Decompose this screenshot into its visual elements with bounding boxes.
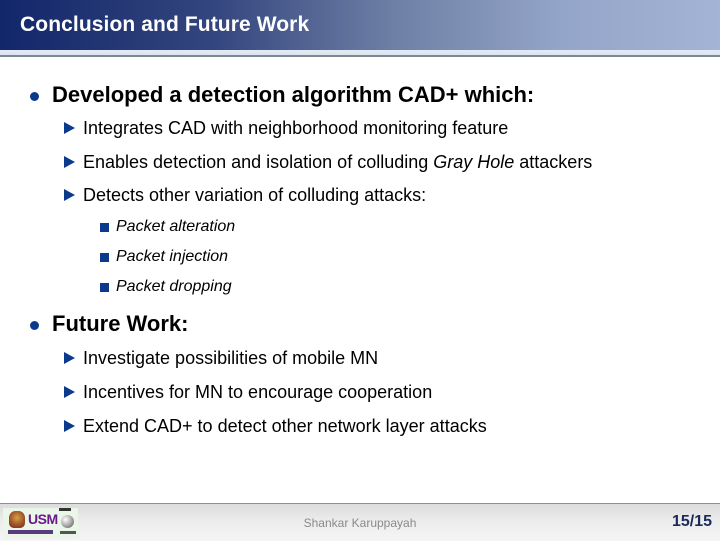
- bullet-text: Packet dropping: [116, 278, 232, 295]
- anniversary-logo-icon: [59, 508, 71, 511]
- triangle-bullet-icon: [64, 122, 75, 134]
- logo-caption: [8, 530, 53, 534]
- title-divider: [0, 50, 720, 57]
- bullet-text: Enables detection and isolation of collu…: [83, 152, 592, 173]
- bullet-text: Investigate possibilities of mobile MN: [83, 348, 379, 368]
- author-name: Shankar Karuppayah: [303, 516, 417, 530]
- slide-footer: USM Shankar Karuppayah 15/15: [0, 503, 720, 541]
- text-before: Enables detection and isolation of collu…: [83, 152, 434, 172]
- bullet-text: Incentives for MN to encourage cooperati…: [83, 382, 433, 402]
- bullet-text: Packet injection: [116, 248, 229, 265]
- square-bullet-icon: [100, 283, 109, 292]
- triangle-bullet-icon: [64, 386, 75, 398]
- bullet-text: Integrates CAD with neighborhood monitor…: [83, 118, 509, 138]
- bullet-text: Extend CAD+ to detect other network laye…: [83, 416, 487, 436]
- square-bullet-icon: [100, 223, 109, 232]
- triangle-bullet-icon: [64, 352, 75, 364]
- bullet-text: Future Work:: [52, 311, 189, 336]
- triangle-bullet-icon: [64, 156, 75, 168]
- title-bar: Conclusion and Future Work: [0, 0, 720, 50]
- circle-bullet-icon: [30, 321, 39, 330]
- bullet-text: Developed a detection algorithm CAD+ whi…: [52, 82, 535, 107]
- bullet-text: Detects other variation of colluding att…: [83, 185, 427, 205]
- square-bullet-icon: [100, 253, 109, 262]
- triangle-bullet-icon: [64, 189, 75, 201]
- circle-bullet-icon: [30, 92, 39, 101]
- slide-title: Conclusion and Future Work: [20, 13, 310, 36]
- triangle-bullet-icon: [64, 420, 75, 432]
- bullet-text: Packet alteration: [116, 218, 236, 235]
- anniversary-caption: [60, 531, 76, 534]
- page-number: 15/15: [671, 513, 712, 530]
- text-after: attackers: [514, 152, 593, 172]
- emphasis-gray-hole: Gray Hole: [433, 152, 515, 172]
